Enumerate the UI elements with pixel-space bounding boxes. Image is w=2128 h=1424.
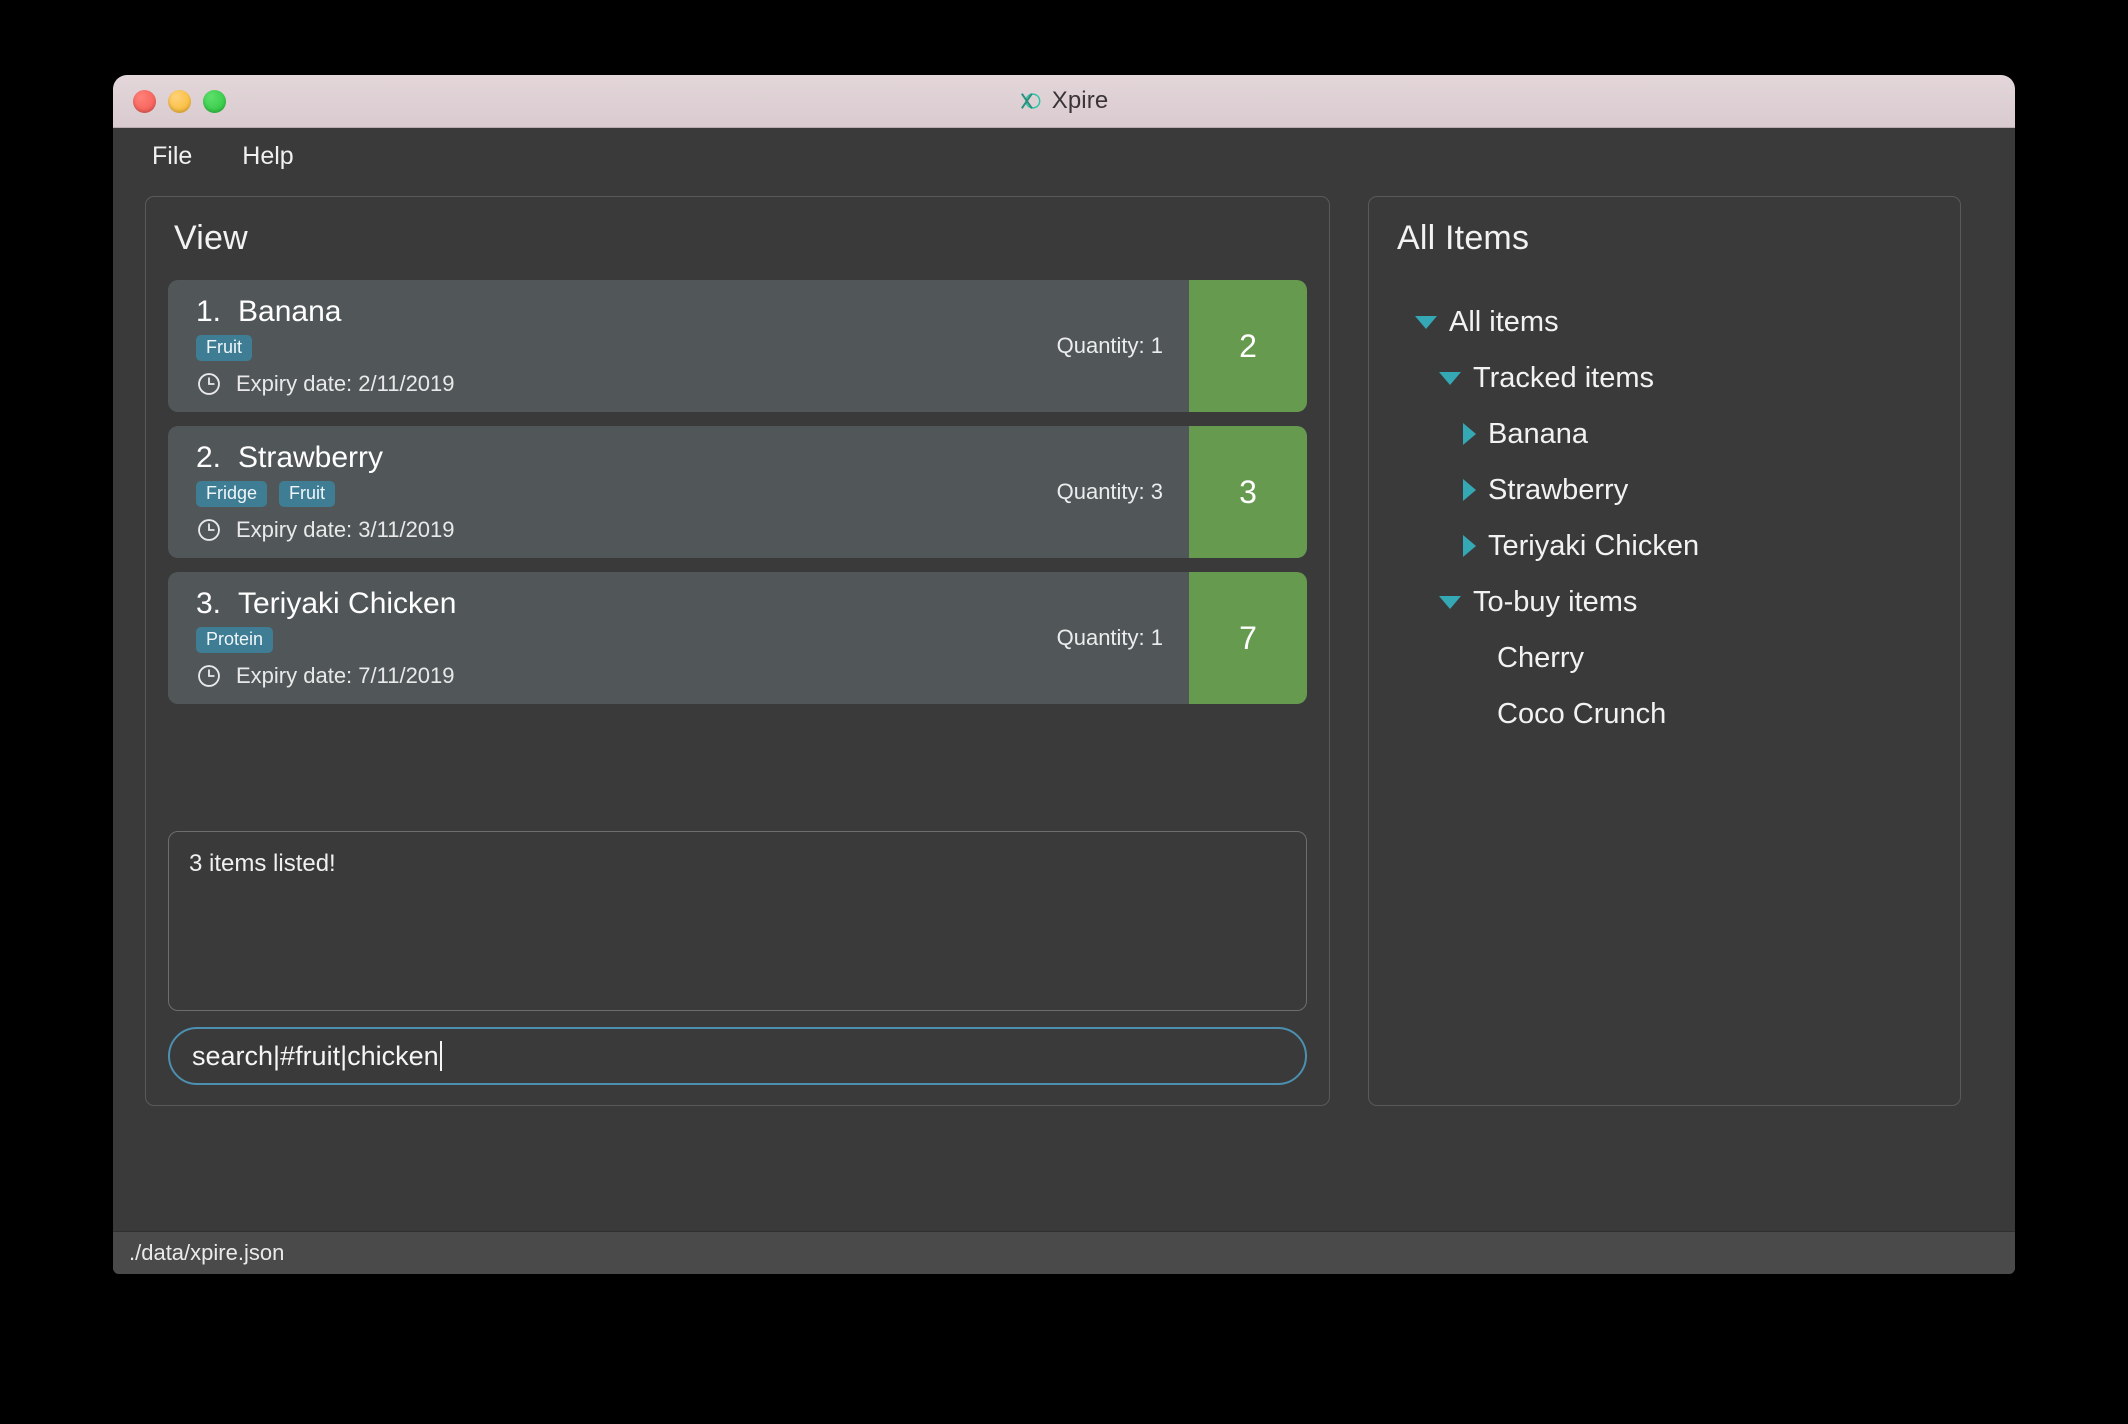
tree-node-label: Teriyaki Chicken <box>1488 529 1700 562</box>
command-input-value: search|#fruit|chicken <box>192 1040 439 1071</box>
title-bar: Xpire <box>113 75 2015 128</box>
clock-icon <box>198 665 220 688</box>
clock-icon <box>198 519 220 542</box>
item-tag-row: Fruit <box>196 334 1057 362</box>
item-days-badge: 3 <box>1189 426 1307 558</box>
item-quantity: Quantity: 3 <box>1056 479 1163 504</box>
item-card[interactable]: 1. Banana Fruit Expiry date: 2/11/2019 Q… <box>168 280 1307 412</box>
tree-node-strawberry[interactable]: Strawberry <box>1391 462 1938 518</box>
item-name: Strawberry <box>238 440 384 474</box>
tree-view: All items Tracked items Banana Strawberr… <box>1391 294 1938 742</box>
text-caret <box>439 1041 442 1071</box>
chevron-right-icon[interactable] <box>1463 535 1476 557</box>
application-window: Xpire File Help View 1. Banana Fruit Exp… <box>113 75 2015 1274</box>
item-expiry-row: Expiry date: 3/11/2019 <box>196 517 1057 543</box>
item-expiry-text: Expiry date: 7/11/2019 <box>236 663 455 689</box>
item-card[interactable]: 3. Teriyaki Chicken Protein Expiry date:… <box>168 572 1307 704</box>
all-items-panel: All Items All items Tracked items Banana… <box>1368 196 1961 1106</box>
tree-node-cherry[interactable]: Cherry <box>1391 630 1938 686</box>
item-details: 1. Banana Fruit Expiry date: 2/11/2019 <box>196 295 1057 398</box>
tree-node-all-items[interactable]: All items <box>1391 294 1938 350</box>
item-tag: Fruit <box>196 334 252 362</box>
item-expiry-text: Expiry date: 2/11/2019 <box>236 371 455 397</box>
tree-node-banana[interactable]: Banana <box>1391 406 1938 462</box>
item-list: 1. Banana Fruit Expiry date: 2/11/2019 Q… <box>168 280 1307 704</box>
view-panel: View 1. Banana Fruit Expiry date: 2/11/2… <box>145 196 1330 1106</box>
command-input[interactable]: search|#fruit|chicken <box>168 1027 1307 1085</box>
item-card-body: 3. Teriyaki Chicken Protein Expiry date:… <box>168 572 1189 704</box>
xpire-logo-icon <box>1020 93 1041 109</box>
tree-node-label: Cherry <box>1497 641 1585 674</box>
status-bar-file-path: ./data/xpire.json <box>129 1240 285 1265</box>
item-tag: Fridge <box>196 480 268 508</box>
tree-node-to-buy-items[interactable]: To-buy items <box>1391 574 1938 630</box>
window-title: Xpire <box>1051 87 1109 114</box>
tree-node-tracked-items[interactable]: Tracked items <box>1391 350 1938 406</box>
menu-bar: File Help <box>113 128 2015 184</box>
chevron-down-icon[interactable] <box>1415 315 1437 329</box>
item-index: 3. <box>196 586 222 620</box>
tree-leaf-spacer-icon <box>1463 647 1485 669</box>
item-index: 2. <box>196 440 222 474</box>
chevron-down-icon[interactable] <box>1439 595 1461 609</box>
menu-file[interactable]: File <box>131 138 213 175</box>
item-header: 3. Teriyaki Chicken <box>196 587 1057 621</box>
menu-help[interactable]: Help <box>221 138 314 175</box>
tree-node-teriyaki-chicken[interactable]: Teriyaki Chicken <box>1391 518 1938 574</box>
title-bar-center: Xpire <box>113 75 2015 127</box>
result-text: 3 items listed! <box>189 850 336 877</box>
tree-leaf-spacer-icon <box>1463 703 1485 725</box>
item-expiry-row: Expiry date: 7/11/2019 <box>196 663 1057 689</box>
item-expiry-text: Expiry date: 3/11/2019 <box>236 517 455 543</box>
all-items-panel-title: All Items <box>1397 219 1530 257</box>
item-quantity: Quantity: 1 <box>1056 625 1163 650</box>
tree-node-label: Strawberry <box>1488 473 1629 506</box>
tree-node-label: All items <box>1449 305 1559 338</box>
tree-node-label: Tracked items <box>1473 361 1655 394</box>
item-header: 2. Strawberry <box>196 441 1057 475</box>
chevron-right-icon[interactable] <box>1463 423 1476 445</box>
tree-node-label: Coco Crunch <box>1497 697 1667 730</box>
chevron-right-icon[interactable] <box>1463 479 1476 501</box>
item-index: 1. <box>196 294 222 328</box>
item-quantity: Quantity: 1 <box>1056 333 1163 358</box>
item-header: 1. Banana <box>196 295 1057 329</box>
view-panel-title: View <box>174 219 248 257</box>
item-card-body: 1. Banana Fruit Expiry date: 2/11/2019 Q… <box>168 280 1189 412</box>
item-tag: Fruit <box>279 480 336 508</box>
item-tag: Protein <box>196 626 274 654</box>
clock-icon <box>198 373 220 396</box>
tree-node-label: To-buy items <box>1473 585 1638 618</box>
result-display-box: 3 items listed! <box>168 831 1307 1011</box>
status-bar: ./data/xpire.json <box>113 1231 2015 1274</box>
item-details: 2. Strawberry Fridge Fruit Expiry date: … <box>196 441 1057 544</box>
item-expiry-row: Expiry date: 2/11/2019 <box>196 371 1057 397</box>
item-days-badge: 2 <box>1189 280 1307 412</box>
item-card-body: 2. Strawberry Fridge Fruit Expiry date: … <box>168 426 1189 558</box>
item-name: Banana <box>238 294 342 328</box>
item-tag-row: Protein <box>196 626 1057 654</box>
main-content: View 1. Banana Fruit Expiry date: 2/11/2… <box>113 184 2015 1236</box>
tree-node-label: Banana <box>1488 417 1588 450</box>
item-details: 3. Teriyaki Chicken Protein Expiry date:… <box>196 587 1057 690</box>
item-days-badge: 7 <box>1189 572 1307 704</box>
item-tag-row: Fridge Fruit <box>196 480 1057 508</box>
tree-node-coco-crunch[interactable]: Coco Crunch <box>1391 686 1938 742</box>
item-name: Teriyaki Chicken <box>238 586 457 620</box>
chevron-down-icon[interactable] <box>1439 371 1461 385</box>
item-card[interactable]: 2. Strawberry Fridge Fruit Expiry date: … <box>168 426 1307 558</box>
